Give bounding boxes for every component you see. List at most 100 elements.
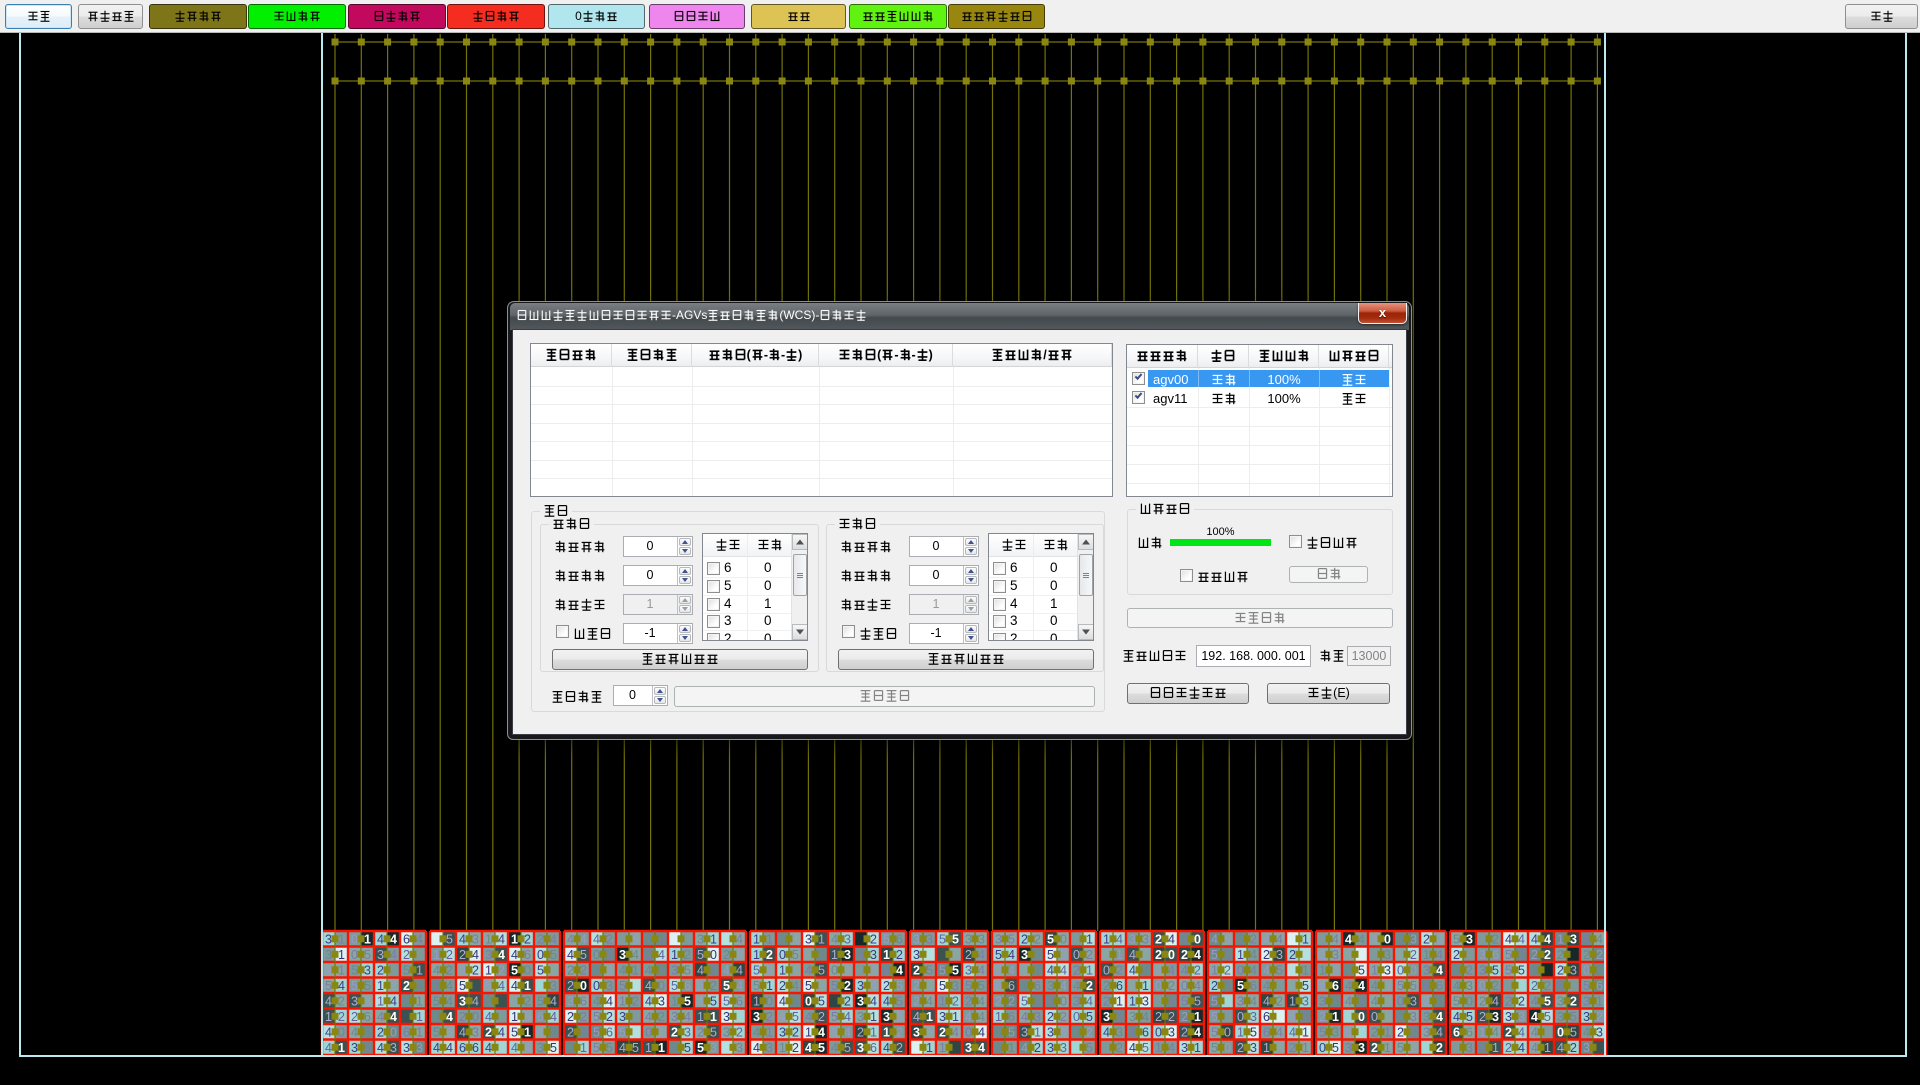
svg-text:0: 0 — [1397, 995, 1404, 1009]
svg-text:5: 5 — [684, 964, 691, 978]
svg-text:2: 2 — [1289, 948, 1296, 962]
svg-text:1: 1 — [524, 1026, 531, 1040]
svg-text:3: 3 — [870, 948, 877, 962]
svg-text:2: 2 — [1557, 964, 1564, 978]
svg-text:3: 3 — [753, 1010, 760, 1024]
svg-text:5: 5 — [632, 1041, 639, 1055]
svg-text:5: 5 — [593, 1041, 600, 1055]
svg-text:3: 3 — [1466, 979, 1473, 993]
svg-text:1: 1 — [658, 1026, 665, 1040]
svg-text:4: 4 — [645, 1010, 652, 1024]
svg-text:2: 2 — [1224, 979, 1231, 993]
svg-text:3: 3 — [913, 948, 920, 962]
svg-text:5: 5 — [939, 933, 946, 947]
svg-text:3: 3 — [459, 964, 466, 978]
svg-text:3: 3 — [403, 1041, 410, 1055]
svg-text:1: 1 — [710, 933, 717, 947]
svg-text:3: 3 — [671, 1010, 678, 1024]
svg-text:1: 1 — [1194, 1041, 1201, 1055]
svg-text:3: 3 — [939, 1010, 946, 1024]
svg-text:4: 4 — [390, 1010, 397, 1024]
svg-text:2: 2 — [1047, 995, 1054, 1009]
svg-text:5: 5 — [1466, 1010, 1473, 1024]
svg-text:5: 5 — [831, 979, 838, 993]
svg-text:4: 4 — [645, 964, 652, 978]
svg-text:4: 4 — [1008, 964, 1015, 978]
svg-text:2: 2 — [1518, 995, 1525, 1009]
svg-text:4: 4 — [351, 1026, 358, 1040]
svg-text:6: 6 — [1008, 1010, 1015, 1024]
svg-text:0: 0 — [1060, 995, 1067, 1009]
svg-text:0: 0 — [1479, 979, 1486, 993]
svg-text:2: 2 — [883, 979, 890, 993]
svg-text:3: 3 — [550, 979, 557, 993]
svg-text:1: 1 — [1129, 995, 1136, 1009]
svg-text:4: 4 — [1129, 964, 1136, 978]
svg-text:5: 5 — [1142, 1041, 1149, 1055]
svg-text:5: 5 — [1570, 1010, 1577, 1024]
svg-text:3: 3 — [978, 933, 985, 947]
svg-text:4: 4 — [978, 948, 985, 962]
svg-text:2: 2 — [896, 1026, 903, 1040]
svg-text:1: 1 — [416, 1026, 423, 1040]
svg-text:2: 2 — [524, 933, 531, 947]
svg-text:4: 4 — [377, 933, 384, 947]
svg-text:1: 1 — [1086, 964, 1093, 978]
svg-text:5: 5 — [351, 979, 358, 993]
svg-text:4: 4 — [459, 1026, 466, 1040]
svg-text:5: 5 — [351, 964, 358, 978]
svg-text:2: 2 — [1116, 1041, 1123, 1055]
svg-text:2: 2 — [844, 995, 851, 1009]
svg-text:2: 2 — [567, 964, 574, 978]
svg-text:4: 4 — [779, 1010, 786, 1024]
svg-text:2: 2 — [1583, 948, 1590, 962]
svg-text:6: 6 — [736, 995, 743, 1009]
svg-text:4: 4 — [883, 995, 890, 1009]
svg-text:4: 4 — [511, 1041, 518, 1055]
svg-text:3: 3 — [844, 948, 851, 962]
svg-text:3: 3 — [472, 933, 479, 947]
svg-text:3: 3 — [995, 933, 1002, 947]
svg-text:2: 2 — [1168, 1010, 1175, 1024]
svg-text:2: 2 — [1557, 948, 1564, 962]
svg-text:5: 5 — [1211, 1026, 1218, 1040]
svg-text:4: 4 — [1371, 933, 1378, 947]
svg-text:1: 1 — [792, 933, 799, 947]
svg-text:4: 4 — [1060, 979, 1067, 993]
svg-text:2: 2 — [403, 948, 410, 962]
svg-text:2: 2 — [1181, 1026, 1188, 1040]
svg-text:1: 1 — [1384, 1026, 1391, 1040]
svg-text:5: 5 — [710, 1026, 717, 1040]
svg-text:0: 0 — [1224, 1026, 1231, 1040]
svg-text:3: 3 — [364, 964, 371, 978]
svg-text:5: 5 — [619, 1026, 626, 1040]
svg-text:2: 2 — [1168, 979, 1175, 993]
svg-text:1: 1 — [1034, 964, 1041, 978]
svg-text:5: 5 — [896, 979, 903, 993]
svg-text:6: 6 — [1116, 979, 1123, 993]
svg-text:3: 3 — [1047, 1026, 1054, 1040]
svg-text:1: 1 — [1289, 995, 1296, 1009]
svg-text:6: 6 — [896, 933, 903, 947]
svg-text:4: 4 — [831, 933, 838, 947]
svg-text:3: 3 — [857, 1010, 864, 1024]
svg-text:4: 4 — [550, 1010, 557, 1024]
svg-text:0: 0 — [593, 948, 600, 962]
svg-text:1: 1 — [377, 995, 384, 1009]
svg-text:3: 3 — [913, 1026, 920, 1040]
svg-text:4: 4 — [792, 979, 799, 993]
svg-text:5: 5 — [1211, 1041, 1218, 1055]
svg-text:6: 6 — [1008, 979, 1015, 993]
svg-text:5: 5 — [1505, 964, 1512, 978]
svg-text:4: 4 — [537, 1026, 544, 1040]
svg-text:6: 6 — [403, 1026, 410, 1040]
svg-text:0: 0 — [1583, 964, 1590, 978]
svg-text:3: 3 — [883, 1010, 890, 1024]
svg-text:3: 3 — [965, 933, 972, 947]
svg-text:1: 1 — [619, 995, 626, 1009]
svg-text:5: 5 — [1181, 995, 1188, 1009]
svg-text:0: 0 — [1103, 964, 1110, 978]
svg-text:2: 2 — [1181, 1010, 1188, 1024]
svg-text:3: 3 — [1423, 964, 1430, 978]
svg-text:4: 4 — [1518, 1026, 1525, 1040]
